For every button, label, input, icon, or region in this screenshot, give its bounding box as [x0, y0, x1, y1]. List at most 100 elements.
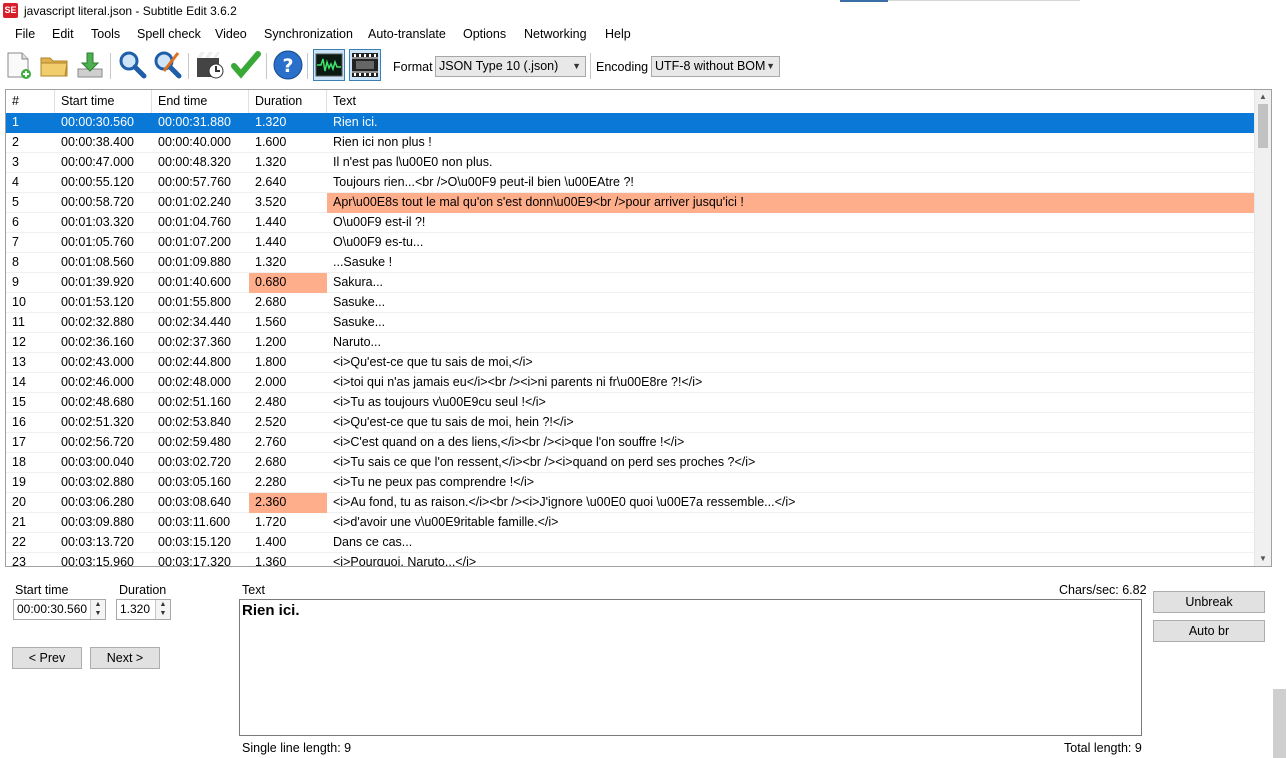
table-row[interactable]: 4 00:00:55.120 00:00:57.760 2.640 Toujours r…: [6, 173, 1256, 193]
row-duration: 1.320: [255, 255, 287, 269]
table-row[interactable]: 2 00:00:38.400 00:00:40.000 1.600 Rien ici n…: [6, 133, 1256, 153]
stepper-down-icon[interactable]: ▼: [156, 609, 170, 618]
menu-bar: File Edit Tools Spell check Video Synchr…: [0, 23, 1287, 45]
stepper-down-icon[interactable]: ▼: [91, 609, 105, 618]
table-row[interactable]: 9 00:01:39.920 00:01:40.600 0.680 Sakura...: [6, 273, 1256, 293]
format-select[interactable]: JSON Type 10 (.json) ▼: [435, 56, 586, 77]
menu-options[interactable]: Options: [463, 27, 506, 41]
row-duration: 1.600: [255, 135, 287, 149]
duration-stepper[interactable]: ▲ ▼: [155, 600, 170, 619]
start-time-stepper[interactable]: ▲ ▼: [90, 600, 105, 619]
row-number: 8: [12, 255, 19, 269]
stepper-up-icon[interactable]: ▲: [91, 600, 105, 609]
table-row[interactable]: 13 00:02:43.000 00:02:44.800 1.800 <i>Qu'est…: [6, 353, 1256, 373]
table-row[interactable]: 21 00:03:09.880 00:03:11.600 1.720 <i>d'avoi…: [6, 513, 1256, 533]
table-row[interactable]: 18 00:03:00.040 00:03:02.720 2.680 <i>Tu sai…: [6, 453, 1256, 473]
menu-video[interactable]: Video: [215, 27, 247, 41]
row-number: 23: [12, 555, 26, 567]
table-row[interactable]: 11 00:02:32.880 00:02:34.440 1.560 Sasuke...: [6, 313, 1256, 333]
menu-tools[interactable]: Tools: [91, 27, 120, 41]
column-header-number[interactable]: #: [6, 90, 55, 113]
editor-pane: Start time 00:00:30.560 ▲ ▼ Duration 1.32…: [5, 576, 1272, 758]
download-icon[interactable]: [74, 49, 106, 81]
menu-edit[interactable]: Edit: [52, 27, 74, 41]
row-number: 21: [12, 515, 26, 529]
row-end-time: 00:00:57.760: [158, 175, 231, 189]
svg-text:?: ?: [282, 55, 293, 77]
start-time-label: Start time: [15, 583, 69, 597]
scrollbar-thumb[interactable]: [1258, 104, 1268, 148]
row-text: Naruto...: [333, 335, 381, 349]
table-row[interactable]: 1 00:00:30.560 00:00:31.880 1.320 Rien ici.: [6, 113, 1256, 133]
menu-networking[interactable]: Networking: [524, 27, 587, 41]
row-number: 1: [6, 113, 55, 133]
row-number: 22: [12, 535, 26, 549]
encoding-select[interactable]: UTF-8 without BOM ▼: [651, 56, 780, 77]
menu-help[interactable]: Help: [605, 27, 631, 41]
row-text: <i>d'avoir une v\u00E9ritable famille.</…: [333, 515, 559, 529]
row-end-time: 00:01:04.760: [158, 215, 231, 229]
table-row[interactable]: 19 00:03:02.880 00:03:05.160 2.280 <i>Tu ne …: [6, 473, 1256, 493]
row-number: 10: [12, 295, 26, 309]
column-header-text[interactable]: Text: [327, 90, 1256, 113]
table-row[interactable]: 16 00:02:51.320 00:02:53.840 2.520 <i>Qu'est…: [6, 413, 1256, 433]
scroll-down-icon[interactable]: ▼: [1255, 552, 1271, 566]
row-text: <i>toi qui n'as jamais eu</i><br /><i>ni…: [333, 375, 703, 389]
visual-sync-icon[interactable]: [194, 49, 226, 81]
row-text: <i>Tu as toujours v\u00E9cu seul !</i>: [333, 395, 546, 409]
video-icon[interactable]: [349, 49, 381, 81]
table-row[interactable]: 14 00:02:46.000 00:02:48.000 2.000 <i>toi qu…: [6, 373, 1256, 393]
find-icon[interactable]: [116, 49, 148, 81]
row-duration: 2.680: [255, 295, 287, 309]
open-folder-icon[interactable]: [38, 49, 70, 81]
help-icon[interactable]: ?: [272, 49, 304, 81]
outer-scrollbar-thumb[interactable]: [1273, 689, 1286, 758]
table-row[interactable]: 12 00:02:36.160 00:02:37.360 1.200 Naruto...: [6, 333, 1256, 353]
waveform-icon[interactable]: [313, 49, 345, 81]
table-row[interactable]: 20 00:03:06.280 00:03:08.640 2.360 <i>Au fon…: [6, 493, 1256, 513]
replace-icon[interactable]: [152, 49, 184, 81]
table-row[interactable]: 8 00:01:08.560 00:01:09.880 1.320 ...Sasuke …: [6, 253, 1256, 273]
row-end-time: 00:02:37.360: [158, 335, 231, 349]
row-text: Dans ce cas...: [333, 535, 413, 549]
table-row[interactable]: 23 00:03:15.960 00:03:17.320 1.360 <i>Pourqu…: [6, 553, 1256, 567]
row-duration: 1.800: [255, 355, 287, 369]
column-header-start-time[interactable]: Start time: [55, 90, 152, 113]
table-row[interactable]: 5 00:00:58.720 00:01:02.240 3.520 Apr\u00E8s…: [6, 193, 1256, 213]
row-duration: 1.200: [255, 335, 287, 349]
table-row[interactable]: 22 00:03:13.720 00:03:15.120 1.400 Dans ce c…: [6, 533, 1256, 553]
auto-br-button[interactable]: Auto br: [1153, 620, 1265, 642]
row-end-time: 00:02:59.480: [158, 435, 231, 449]
subtitle-grid[interactable]: # Start time End time Duration Text 1 00:…: [5, 89, 1272, 567]
new-file-icon[interactable]: [3, 49, 35, 81]
stepper-up-icon[interactable]: ▲: [156, 600, 170, 609]
row-duration: 2.520: [255, 415, 287, 429]
subtitle-text-input[interactable]: Rien ici.: [239, 599, 1142, 736]
table-row[interactable]: 15 00:02:48.680 00:02:51.160 2.480 <i>Tu as …: [6, 393, 1256, 413]
menu-auto-translate[interactable]: Auto-translate: [368, 27, 446, 41]
unbreak-button[interactable]: Unbreak: [1153, 591, 1265, 613]
prev-button[interactable]: < Prev: [12, 647, 82, 669]
table-row[interactable]: 3 00:00:47.000 00:00:48.320 1.320 Il n'est p…: [6, 153, 1256, 173]
menu-spell-check[interactable]: Spell check: [137, 27, 201, 41]
grid-scrollbar[interactable]: ▲ ▼: [1254, 90, 1271, 566]
table-row[interactable]: 10 00:01:53.120 00:01:55.800 2.680 Sasuke...: [6, 293, 1256, 313]
row-end-time: 00:01:09.880: [158, 255, 231, 269]
row-end-time: 00:00:31.880: [152, 113, 249, 133]
start-time-input[interactable]: 00:00:30.560 ▲ ▼: [13, 599, 106, 620]
column-header-end-time[interactable]: End time: [152, 90, 249, 113]
row-text: ...Sasuke !: [333, 255, 393, 269]
duration-input[interactable]: 1.320 ▲ ▼: [116, 599, 171, 620]
menu-synchronization[interactable]: Synchronization: [264, 27, 353, 41]
chevron-down-icon: ▼: [572, 61, 581, 71]
spell-check-icon[interactable]: [230, 49, 262, 81]
table-row[interactable]: 7 00:01:05.760 00:01:07.200 1.440 O\u00F9 es…: [6, 233, 1256, 253]
row-number: 5: [12, 195, 19, 209]
menu-file[interactable]: File: [15, 27, 35, 41]
table-row[interactable]: 17 00:02:56.720 00:02:59.480 2.760 <i>C'est …: [6, 433, 1256, 453]
scroll-up-icon[interactable]: ▲: [1255, 90, 1271, 104]
table-row[interactable]: 6 00:01:03.320 00:01:04.760 1.440 O\u00F9 es…: [6, 213, 1256, 233]
next-button[interactable]: Next >: [90, 647, 160, 669]
row-end-time: 00:03:17.320: [158, 555, 231, 567]
column-header-duration[interactable]: Duration: [249, 90, 327, 113]
